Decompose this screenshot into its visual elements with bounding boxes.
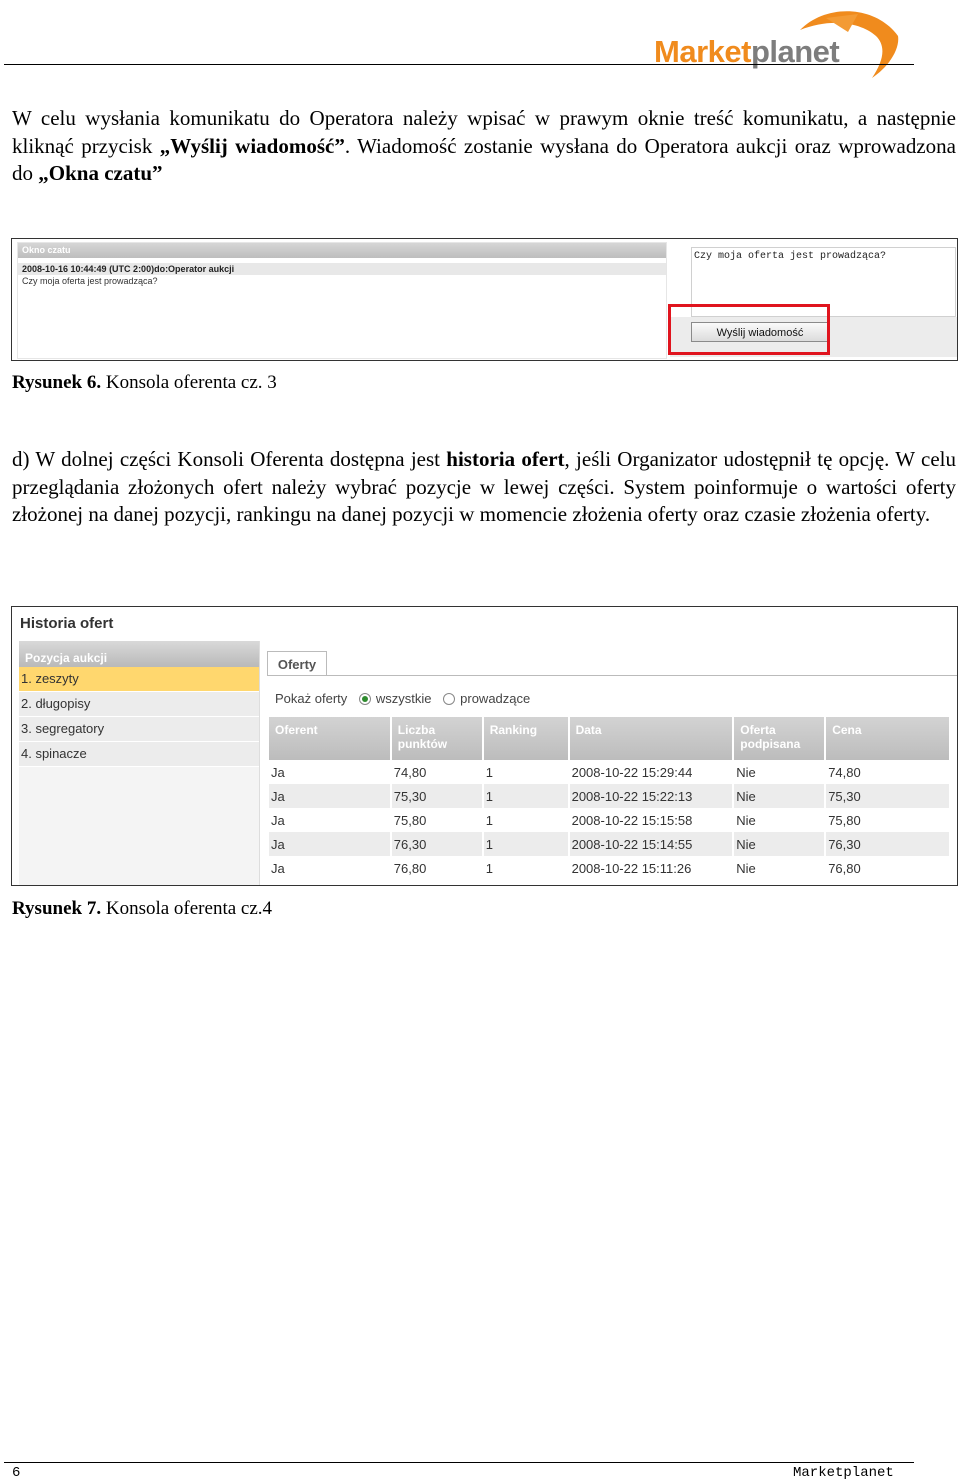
- table-row[interactable]: Ja 75,80 1 2008-10-22 15:15:58 Nie 75,80: [269, 808, 951, 832]
- column-header-ranking[interactable]: Ranking: [482, 717, 570, 760]
- position-item-spinacze[interactable]: 4. spinacze: [19, 742, 259, 767]
- table-cell-ranking: 1: [482, 808, 570, 832]
- table-row[interactable]: Ja 74,80 1 2008-10-22 15:29:44 Nie 74,80: [269, 760, 951, 784]
- table-cell-cena: 74,80: [825, 760, 951, 784]
- page-number: 6: [12, 1465, 21, 1481]
- column-header-text: punktów: [397, 737, 448, 751]
- table-row[interactable]: Ja 75,30 1 2008-10-22 15:22:13 Nie 75,30: [269, 784, 951, 808]
- table-cell-punkty: 76,80: [390, 856, 484, 880]
- offer-history-title: Historia ofert: [20, 615, 114, 632]
- column-header-text: Oferta: [740, 723, 776, 737]
- table-cell-ranking: 1: [482, 856, 570, 880]
- auction-positions-header: Pozycja aukcji: [19, 641, 259, 667]
- figure-chat-console: Okno czatu 2008-10-16 10:44:49 (UTC 2:00…: [11, 238, 958, 361]
- column-header-text: podpisana: [740, 737, 801, 751]
- table-cell-ranking: 1: [482, 784, 570, 808]
- paragraph-bold-send-button: „Wyślij wiadomość”: [159, 133, 345, 158]
- radio-all-icon[interactable]: [358, 693, 371, 705]
- figure-7-caption: Rysunek 7. Konsola oferenta cz.4: [12, 898, 272, 920]
- paragraph-text: d) W dolnej części Konsoli Oferenta dost…: [12, 447, 447, 471]
- table-cell-ranking: 1: [482, 832, 570, 856]
- table-cell-data: 2008-10-22 15:14:55: [568, 832, 735, 856]
- table-cell-oferent: Ja: [269, 808, 392, 832]
- table-cell-cena: 75,80: [825, 808, 951, 832]
- table-cell-oferent: Ja: [269, 760, 392, 784]
- table-cell-podpisana: Nie: [733, 832, 827, 856]
- chat-window: Okno czatu 2008-10-16 10:44:49 (UTC 2:00…: [17, 242, 667, 359]
- table-cell-data: 2008-10-22 15:22:13: [568, 784, 735, 808]
- table-cell-podpisana: Nie: [733, 808, 827, 832]
- offers-filter: Pokaż oferty wszystkie prowadzące: [275, 691, 530, 706]
- column-header-text: Liczba: [397, 723, 436, 737]
- caption-label: Rysunek 7.: [12, 898, 102, 919]
- position-item-dlugopisy[interactable]: 2. długopisy: [19, 692, 259, 717]
- chat-window-header: Okno czatu: [18, 243, 666, 258]
- tab-offers[interactable]: Oferty: [267, 651, 327, 676]
- table-cell-data: 2008-10-22 15:11:26: [568, 856, 735, 880]
- paragraph-bold-chat-window: „Okna czatu”: [38, 161, 163, 185]
- table-cell-ranking: 1: [482, 760, 570, 784]
- table-cell-podpisana: Nie: [733, 760, 827, 784]
- chat-message-text: Czy moja oferta jest prowadząca?: [22, 276, 158, 286]
- paragraph-offer-history: d) W dolnej części Konsoli Oferenta dost…: [12, 446, 956, 529]
- header-divider: [4, 64, 914, 65]
- position-item-segregatory[interactable]: 3. segregatory: [19, 717, 259, 742]
- caption-label: Rysunek 6.: [12, 372, 102, 393]
- marketplanet-logo: Marketplanet: [650, 8, 910, 80]
- tab-divider: [267, 675, 957, 676]
- table-cell-punkty: 76,30: [390, 832, 484, 856]
- table-cell-cena: 76,80: [825, 856, 951, 880]
- offers-pane: Oferty Pokaż oferty wszystkie prowadzące…: [267, 651, 957, 885]
- filter-all-label[interactable]: wszystkie: [376, 691, 432, 706]
- offers-table-header: Oferent Liczba punktów Ranking Data Ofert…: [269, 717, 951, 760]
- table-cell-oferent: Ja: [269, 784, 392, 808]
- highlight-box: [668, 304, 830, 355]
- table-cell-oferent: Ja: [269, 856, 392, 880]
- table-cell-podpisana: Nie: [733, 856, 827, 880]
- table-cell-data: 2008-10-22 15:15:58: [568, 808, 735, 832]
- footer-divider: [4, 1462, 914, 1463]
- column-header-cena[interactable]: Cena: [825, 717, 951, 760]
- filter-label: Pokaż oferty: [275, 691, 348, 706]
- table-row[interactable]: Ja 76,80 1 2008-10-22 15:11:26 Nie 76,80: [269, 856, 951, 880]
- position-item-zeszyty[interactable]: 1. zeszyty: [19, 667, 259, 692]
- table-row[interactable]: Ja 76,30 1 2008-10-22 15:14:55 Nie 76,30: [269, 832, 951, 856]
- caption-text: Konsola oferenta cz.4: [101, 898, 273, 919]
- radio-leading-icon[interactable]: [443, 693, 456, 705]
- column-header-punkty[interactable]: Liczba punktów: [390, 717, 484, 760]
- table-cell-oferent: Ja: [269, 832, 392, 856]
- column-header-oferent[interactable]: Oferent: [269, 717, 392, 760]
- offers-table: Oferent Liczba punktów Ranking Data Ofert…: [269, 717, 951, 880]
- figure-6-caption: Rysunek 6. Konsola oferenta cz. 3: [12, 372, 277, 394]
- table-cell-cena: 75,30: [825, 784, 951, 808]
- footer-brand: Marketplanet: [793, 1465, 894, 1481]
- column-header-data[interactable]: Data: [568, 717, 735, 760]
- column-header-podpisana[interactable]: Oferta podpisana: [733, 717, 827, 760]
- table-cell-cena: 76,30: [825, 832, 951, 856]
- paragraph-send-message: W celu wysłania komunikatu do Operatora …: [12, 105, 956, 188]
- table-cell-data: 2008-10-22 15:29:44: [568, 760, 735, 784]
- figure-offer-history: Historia ofert Pozycja aukcji 1. zeszyty…: [11, 606, 958, 886]
- auction-positions-pane: Pozycja aukcji 1. zeszyty 2. długopisy 3…: [19, 641, 260, 885]
- filter-leading-label[interactable]: prowadzące: [460, 691, 530, 706]
- caption-text: Konsola oferenta cz. 3: [101, 372, 277, 393]
- table-cell-punkty: 75,30: [390, 784, 484, 808]
- table-cell-podpisana: Nie: [733, 784, 827, 808]
- table-cell-punkty: 75,80: [390, 808, 484, 832]
- table-cell-punkty: 74,80: [390, 760, 484, 784]
- paragraph-bold-offer-history: historia ofert: [446, 447, 565, 471]
- chat-message-meta: 2008-10-16 10:44:49 (UTC 2:00)do:Operato…: [18, 263, 666, 275]
